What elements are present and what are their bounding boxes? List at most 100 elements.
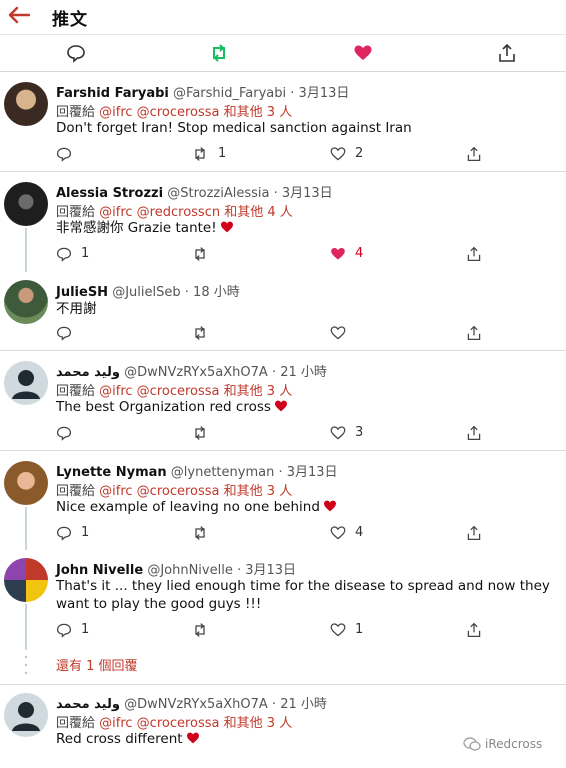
tweet-actions <box>0 323 566 343</box>
default-avatar-icon <box>12 370 40 399</box>
like-icon[interactable] <box>330 525 346 541</box>
share-icon[interactable] <box>466 146 482 162</box>
share-icon[interactable] <box>466 425 482 441</box>
author-handle[interactable]: @lynettenyman <box>171 465 275 480</box>
author-handle[interactable]: @StrozziAlessia <box>167 186 269 201</box>
back-arrow-icon[interactable] <box>8 6 30 24</box>
reply-icon[interactable] <box>56 146 72 162</box>
tweet-item[interactable]: وليد محمد @DwNVzRYx5aXhO7A · 21 小時 回覆給 @… <box>0 351 566 451</box>
like-count: 4 <box>355 246 364 261</box>
thread-dots-icon <box>24 655 28 675</box>
reply-icon[interactable] <box>56 525 72 541</box>
retweet-count: 1 <box>218 146 227 161</box>
reply-to-line: 回覆給 @ifrc @crocerossa 和其他 3 人 <box>56 101 292 120</box>
reply-icon[interactable] <box>56 622 72 638</box>
other-mentions-link[interactable]: 和其他 4 人 <box>224 205 293 220</box>
avatar[interactable] <box>4 693 48 737</box>
tweet-text: The best Organization red cross <box>56 398 562 416</box>
author-name[interactable]: Lynette Nyman <box>56 465 167 480</box>
retweet-icon[interactable] <box>209 43 229 63</box>
like-icon[interactable] <box>330 622 346 638</box>
tweet-text-content: Nice example of leaving no one behind <box>56 499 320 515</box>
reply-icon[interactable] <box>56 425 72 441</box>
reply-prefix: 回覆給 <box>56 384 96 399</box>
retweet-icon[interactable] <box>192 425 208 441</box>
reply-to-line: 回覆給 @ifrc @crocerossa 和其他 3 人 <box>56 480 292 499</box>
author-handle[interactable]: @JulielSeb <box>112 285 180 300</box>
share-icon[interactable] <box>466 525 482 541</box>
tweet-time: · 3月13日 <box>278 465 338 480</box>
tweet-item[interactable]: Alessia Strozzi @StrozziAlessia · 3月13日 … <box>0 172 566 272</box>
mention-link[interactable]: @ifrc @crocerossa <box>99 105 219 120</box>
retweet-icon[interactable] <box>192 325 208 341</box>
page-title: 推文 <box>52 10 88 30</box>
tweet-time: · 21 小時 <box>271 697 327 712</box>
show-more-replies-link[interactable]: 還有 1 個回覆 <box>56 655 138 674</box>
other-mentions-link[interactable]: 和其他 3 人 <box>224 716 293 731</box>
tweet-item[interactable]: Farshid Faryabi @Farshid_Faryabi · 3月13日… <box>0 72 566 172</box>
avatar[interactable] <box>4 82 48 126</box>
avatar[interactable] <box>4 182 48 226</box>
author-name[interactable]: JulieSH <box>56 285 108 300</box>
like-icon[interactable] <box>330 325 346 341</box>
avatar[interactable] <box>4 558 48 602</box>
retweet-icon[interactable] <box>192 622 208 638</box>
tweet-text: Nice example of leaving no one behind <box>56 498 562 516</box>
reply-prefix: 回覆給 <box>56 484 96 499</box>
top-bar: 推文 <box>0 0 566 34</box>
avatar[interactable] <box>4 461 48 505</box>
mention-link[interactable]: @ifrc @crocerossa <box>99 384 219 399</box>
like-icon[interactable] <box>353 43 373 63</box>
reply-prefix: 回覆給 <box>56 205 96 220</box>
tweet-item[interactable]: JulieSH @JulielSeb · 18 小時 不用謝 <box>0 272 566 351</box>
heart-emoji-icon <box>274 400 287 412</box>
like-icon[interactable] <box>330 425 346 441</box>
tweet-text: 不用謝 <box>56 301 97 317</box>
tweet-text: 非常感謝你 Grazie tante! <box>56 219 562 237</box>
like-icon[interactable] <box>330 146 346 162</box>
author-name[interactable]: Alessia Strozzi <box>56 186 163 201</box>
share-icon[interactable] <box>466 246 482 262</box>
author-name[interactable]: Farshid Faryabi <box>56 86 169 101</box>
author-handle[interactable]: @JohnNivelle <box>147 563 233 578</box>
share-icon[interactable] <box>466 325 482 341</box>
other-mentions-link[interactable]: 和其他 3 人 <box>224 484 293 499</box>
mention-link[interactable]: @ifrc @redcrosscn <box>99 205 220 220</box>
tweet-actions: 1 2 <box>0 144 566 164</box>
reply-count: 1 <box>81 525 90 540</box>
tweet-text: That's it ... they lied enough time for … <box>56 578 550 612</box>
author-name[interactable]: وليد محمد <box>56 697 120 712</box>
author-handle[interactable]: @Farshid_Faryabi <box>173 86 286 101</box>
reply-to-line: 回覆給 @ifrc @redcrosscn 和其他 4 人 <box>56 201 293 220</box>
reply-icon[interactable] <box>56 325 72 341</box>
tweet-item[interactable]: وليد محمد @DwNVzRYx5aXhO7A · 21 小時 回覆給 @… <box>0 685 566 768</box>
like-icon[interactable] <box>330 246 346 262</box>
tweet-item[interactable]: Lynette Nyman @lynettenyman · 3月13日 回覆給 … <box>0 451 566 550</box>
reply-to-line: 回覆給 @ifrc @crocerossa 和其他 3 人 <box>56 712 292 731</box>
avatar[interactable] <box>4 361 48 405</box>
reply-count: 1 <box>81 246 90 261</box>
retweet-icon[interactable] <box>192 246 208 262</box>
other-mentions-link[interactable]: 和其他 3 人 <box>224 105 293 120</box>
tweet-time: · 3月13日 <box>273 186 333 201</box>
like-count: 1 <box>355 622 364 637</box>
share-icon[interactable] <box>497 43 517 63</box>
other-mentions-link[interactable]: 和其他 3 人 <box>224 384 293 399</box>
reply-icon[interactable] <box>56 246 72 262</box>
author-handle[interactable]: @DwNVzRYx5aXhO7A <box>124 365 268 380</box>
tweet-item[interactable]: John Nivelle @JohnNivelle · 3月13日 That's… <box>0 550 566 650</box>
avatar[interactable] <box>4 280 48 324</box>
author-name[interactable]: وليد محمد <box>56 365 120 380</box>
tweet-actions: 1 4 <box>0 523 566 543</box>
main-tweet-actions <box>0 34 566 72</box>
share-icon[interactable] <box>466 622 482 638</box>
retweet-icon[interactable] <box>192 525 208 541</box>
author-handle[interactable]: @DwNVzRYx5aXhO7A <box>124 697 268 712</box>
mention-link[interactable]: @ifrc @crocerossa <box>99 716 219 731</box>
default-avatar-icon <box>12 702 40 731</box>
retweet-icon[interactable] <box>192 146 208 162</box>
mention-link[interactable]: @ifrc @crocerossa <box>99 484 219 499</box>
reply-icon[interactable] <box>66 43 86 63</box>
reply-prefix: 回覆給 <box>56 716 96 731</box>
author-name[interactable]: John Nivelle <box>56 563 143 578</box>
